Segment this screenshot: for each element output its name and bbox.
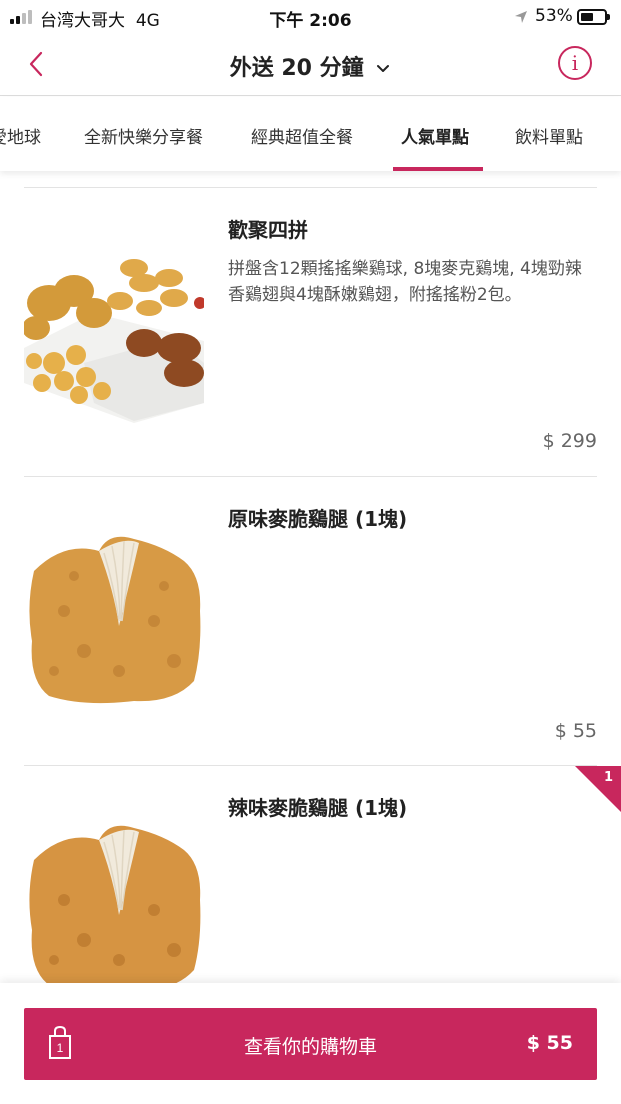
- quantity-badge: 1: [575, 766, 621, 812]
- delivery-time-selector[interactable]: 外送 20 分鐘: [200, 50, 421, 82]
- product-image-platter: [24, 259, 204, 423]
- product-price: $ 55: [554, 720, 597, 742]
- product-name: 原味麥脆鷄腿 (1塊): [228, 507, 408, 531]
- product-item-combo-platter[interactable]: 歡聚四拼 拼盤含12顆搖搖樂鷄球, 8塊麥克鷄塊, 4塊勁辣香鷄翅與4塊酥嫩鷄翅…: [0, 188, 621, 476]
- chevron-left-icon: [29, 51, 43, 77]
- status-bar: 台湾大哥大 4G 下午 2:06 53%: [0, 0, 621, 34]
- tab-classic-value-meal[interactable]: 經典超值全餐: [251, 123, 353, 148]
- view-cart-button[interactable]: 1 查看你的購物車 $ 55: [24, 1008, 597, 1080]
- cart-bar: 1 查看你的購物車 $ 55: [0, 983, 621, 1104]
- product-description: 拼盤含12顆搖搖樂鷄球, 8塊麥克鷄塊, 4塊勁辣香鷄翅與4塊酥嫩鷄翅，附搖搖粉…: [228, 259, 582, 305]
- category-tabs: 愛地球 全新快樂分享餐 經典超值全餐 人氣單點 飲料單點: [0, 97, 621, 171]
- product-list[interactable]: 歡聚四拼 拼盤含12顆搖搖樂鷄球, 8塊麥克鷄塊, 4塊勁辣香鷄翅與4塊酥嫩鷄翅…: [0, 171, 621, 983]
- product-item-original-drumstick[interactable]: 原味麥脆鷄腿 (1塊) $ 55: [0, 477, 621, 765]
- info-icon: i: [571, 51, 579, 75]
- app-screen: 台湾大哥大 4G 下午 2:06 53% 外送 20 分鐘 i 愛地球 全新快樂…: [0, 0, 621, 1104]
- battery-percent: 53%: [535, 6, 573, 26]
- product-price: $ 299: [542, 430, 597, 452]
- delivery-time-label: 外送 20 分鐘: [229, 56, 364, 81]
- view-cart-label: 查看你的購物車: [243, 1036, 377, 1058]
- chevron-down-icon: [377, 65, 390, 72]
- product-image-spicy-drumstick: [29, 825, 201, 983]
- battery-icon: [577, 9, 610, 25]
- tab-drinks[interactable]: 飲料單點: [515, 123, 583, 148]
- nav-header: 外送 20 分鐘 i: [0, 34, 621, 96]
- product-name: 辣味麥脆鷄腿 (1塊): [228, 796, 408, 820]
- tab-earth[interactable]: 愛地球: [0, 123, 41, 148]
- tab-popular-items[interactable]: 人氣單點: [401, 123, 469, 148]
- product-name: 歡聚四拼: [228, 218, 308, 242]
- product-image-drumstick: [29, 536, 201, 704]
- back-button[interactable]: [22, 48, 52, 80]
- cart-total: $ 55: [526, 1032, 573, 1054]
- location-arrow-icon: [515, 11, 527, 23]
- product-item-spicy-drumstick[interactable]: 1 辣味麥脆鷄腿 (1塊): [0, 766, 621, 983]
- quantity-count: 1: [603, 770, 613, 785]
- tab-happy-share-meal[interactable]: 全新快樂分享餐: [84, 123, 203, 148]
- info-button[interactable]: i: [558, 46, 592, 80]
